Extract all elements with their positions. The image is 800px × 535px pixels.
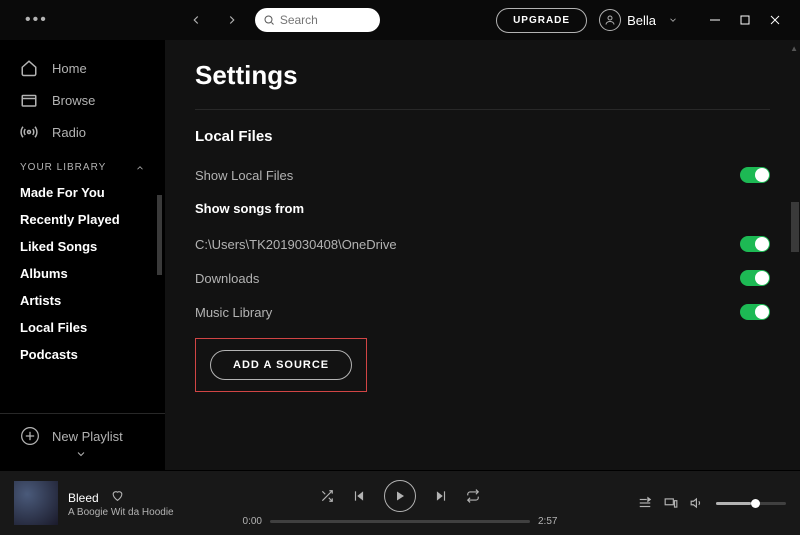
devices-button[interactable]: [664, 496, 678, 510]
source-path-label: C:\Users\TK2019030408\OneDrive: [195, 237, 397, 252]
search-box[interactable]: [255, 8, 380, 32]
library-item-recently-played[interactable]: Recently Played: [0, 206, 165, 233]
chevron-up-icon[interactable]: [135, 163, 145, 173]
now-playing: Bleed A Boogie Wit da Hoodie: [14, 481, 214, 525]
library-header: YOUR LIBRARY: [0, 148, 165, 179]
title-bar: ••• UPGRADE Bella: [0, 0, 800, 40]
subsection-title-show-songs-from: Show songs from: [195, 201, 770, 216]
scrollbar-thumb[interactable]: [791, 202, 799, 252]
window-maximize-button[interactable]: [730, 5, 760, 35]
toggle-show-local-files[interactable]: [740, 167, 770, 183]
source-path-label: Downloads: [195, 271, 259, 286]
source-path-label: Music Library: [195, 305, 272, 320]
sidebar-scrollbar[interactable]: [157, 195, 162, 275]
setting-label: Show Local Files: [195, 168, 293, 183]
queue-button[interactable]: [638, 496, 652, 510]
radio-icon: [20, 123, 38, 141]
progress-bar[interactable]: [270, 520, 530, 523]
home-icon: [20, 59, 38, 77]
like-button[interactable]: [111, 489, 124, 507]
volume-button[interactable]: [690, 496, 704, 510]
upgrade-button[interactable]: UPGRADE: [496, 8, 587, 33]
next-button[interactable]: [434, 489, 448, 503]
chevron-down-icon[interactable]: [75, 448, 87, 463]
toggle-source-onedrive[interactable]: [740, 236, 770, 252]
sidebar-item-radio[interactable]: Radio: [0, 116, 165, 148]
sidebar-item-browse[interactable]: Browse: [0, 84, 165, 116]
queue-icon: [638, 496, 652, 510]
player-center-controls: 0:00 2:57: [214, 480, 586, 527]
add-source-highlight: ADD A SOURCE: [195, 338, 367, 392]
shuffle-icon: [320, 489, 334, 503]
previous-button[interactable]: [352, 489, 366, 503]
sidebar-item-label: Browse: [52, 93, 95, 108]
volume-slider[interactable]: [716, 502, 786, 505]
library-item-albums[interactable]: Albums: [0, 260, 165, 287]
progress-row: 0:00 2:57: [214, 516, 586, 527]
library-item-podcasts[interactable]: Podcasts: [0, 341, 165, 368]
add-source-button[interactable]: ADD A SOURCE: [210, 350, 352, 380]
volume-icon: [690, 496, 704, 510]
repeat-icon: [466, 489, 480, 503]
source-row-onedrive: C:\Users\TK2019030408\OneDrive: [195, 236, 770, 252]
prev-icon: [352, 489, 366, 503]
search-input[interactable]: [280, 13, 360, 27]
sidebar-item-label: Home: [52, 61, 87, 76]
elapsed-time: 0:00: [243, 516, 262, 527]
new-playlist-label: New Playlist: [52, 429, 123, 444]
window-minimize-button[interactable]: [700, 5, 730, 35]
window-close-button[interactable]: [760, 5, 790, 35]
sidebar-item-home[interactable]: Home: [0, 52, 165, 84]
devices-icon: [664, 496, 678, 510]
search-icon: [263, 14, 275, 26]
page-title: Settings: [195, 60, 770, 91]
track-title[interactable]: Bleed: [68, 491, 99, 505]
source-row-downloads: Downloads: [195, 270, 770, 286]
library-item-artists[interactable]: Artists: [0, 287, 165, 314]
scrollbar-arrow-up-icon[interactable]: ▲: [790, 44, 798, 53]
play-icon: [394, 490, 406, 502]
library-header-label: YOUR LIBRARY: [20, 162, 106, 173]
player-right-controls: [586, 496, 786, 510]
main-content: Settings Local Files Show Local Files Sh…: [165, 40, 800, 470]
toggle-source-downloads[interactable]: [740, 270, 770, 286]
browse-icon: [20, 91, 38, 109]
main-scrollbar[interactable]: ▲: [790, 40, 800, 470]
username-label: Bella: [627, 13, 656, 28]
shuffle-button[interactable]: [320, 489, 334, 503]
menu-dots-icon[interactable]: •••: [10, 11, 63, 29]
next-icon: [434, 489, 448, 503]
nav-back-button[interactable]: [183, 7, 209, 33]
library-item-liked-songs[interactable]: Liked Songs: [0, 233, 165, 260]
chevron-down-icon: [668, 15, 678, 25]
source-row-music-library: Music Library: [195, 304, 770, 320]
play-button[interactable]: [384, 480, 416, 512]
plus-circle-icon: [20, 426, 40, 446]
nav-forward-button[interactable]: [219, 7, 245, 33]
library-item-local-files[interactable]: Local Files: [0, 314, 165, 341]
heart-icon: [111, 489, 124, 502]
sidebar-item-label: Radio: [52, 125, 86, 140]
library-item-made-for-you[interactable]: Made For You: [0, 179, 165, 206]
player-bar: Bleed A Boogie Wit da Hoodie 0:00 2:57: [0, 470, 800, 535]
sidebar: Home Browse Radio YOUR LIBRARY Made For …: [0, 40, 165, 470]
toggle-source-music-library[interactable]: [740, 304, 770, 320]
avatar-icon: [599, 9, 621, 31]
setting-row-show-local-files: Show Local Files: [195, 167, 770, 183]
repeat-button[interactable]: [466, 489, 480, 503]
section-title-local-files: Local Files: [195, 128, 770, 145]
divider: [195, 109, 770, 110]
user-menu[interactable]: Bella: [599, 9, 678, 31]
track-artist[interactable]: A Boogie Wit da Hoodie: [68, 507, 174, 518]
duration-time: 2:57: [538, 516, 557, 527]
album-art[interactable]: [14, 481, 58, 525]
